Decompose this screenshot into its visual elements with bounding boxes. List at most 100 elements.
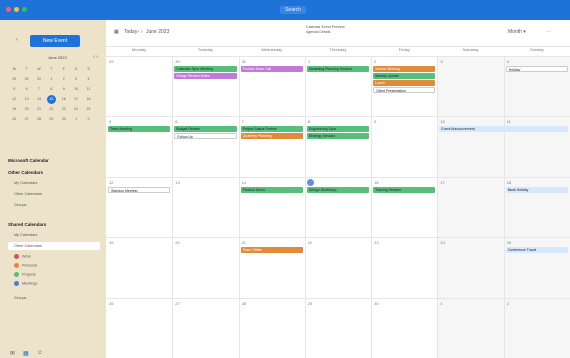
view-switcher[interactable]: Month ▾ bbox=[508, 29, 526, 35]
mini-calendar-day[interactable]: 22 bbox=[45, 104, 57, 114]
day-cell[interactable]: 12 bbox=[109, 180, 113, 185]
calendar-event[interactable]: Strategy Session bbox=[306, 133, 370, 140]
mini-calendar-day[interactable]: 10 bbox=[70, 84, 82, 94]
mini-calendar-day[interactable]: 13 bbox=[20, 94, 32, 104]
day-cell[interactable]: 1 bbox=[440, 301, 442, 306]
day-cell[interactable]: 16 bbox=[374, 180, 378, 185]
calendar-event[interactable]: Engineering Sync bbox=[306, 126, 370, 133]
today-button[interactable]: Today bbox=[124, 29, 137, 35]
calendar-event[interactable]: Weekly Update bbox=[373, 73, 436, 79]
mini-calendar-day[interactable]: 3 bbox=[70, 74, 82, 84]
mini-calendar-day[interactable]: 8 bbox=[45, 84, 57, 94]
people-icon[interactable]: ☺ bbox=[37, 350, 43, 357]
day-cell[interactable]: 8 bbox=[308, 119, 310, 124]
calendar-event[interactable]: Vendor Meeting bbox=[373, 66, 436, 72]
calendar-event[interactable]: Product Team Call bbox=[240, 66, 303, 72]
day-cell[interactable]: 19 bbox=[109, 240, 113, 245]
mini-calendar-day[interactable]: 27 bbox=[20, 114, 32, 124]
day-cell[interactable]: 27 bbox=[175, 301, 179, 306]
mini-calendar-day[interactable]: 9 bbox=[58, 84, 70, 94]
calendar-event[interactable]: Design Workshop bbox=[306, 186, 370, 193]
day-cell[interactable]: 21 bbox=[242, 240, 246, 245]
mini-calendar-day[interactable]: 12 bbox=[8, 94, 20, 104]
calendar-event[interactable]: Team Meeting bbox=[108, 126, 171, 133]
mini-calendar-day[interactable]: 20 bbox=[20, 104, 32, 114]
new-event-button[interactable]: New Event bbox=[30, 35, 80, 47]
day-cell[interactable]: 23 bbox=[374, 240, 378, 245]
day-cell[interactable]: 20 bbox=[175, 240, 179, 245]
day-cell[interactable]: 28 bbox=[242, 301, 246, 306]
day-cell[interactable]: 6 bbox=[175, 119, 177, 124]
calendar-event[interactable]: Lunch bbox=[373, 80, 436, 86]
mini-calendar-day[interactable]: 29 bbox=[45, 114, 57, 124]
day-cell[interactable]: 10 bbox=[440, 119, 444, 124]
calendar-event[interactable]: Team Offsite bbox=[240, 247, 303, 254]
mini-calendar-nav[interactable]: ‹ › bbox=[93, 54, 98, 60]
mail-icon[interactable]: ✉ bbox=[10, 350, 15, 357]
mini-calendar-day[interactable]: 15 bbox=[46, 94, 56, 104]
mini-calendar-day[interactable]: 16 bbox=[58, 94, 70, 104]
mini-calendar-day[interactable]: 5 bbox=[8, 84, 20, 94]
day-cell[interactable]: 11 bbox=[507, 119, 511, 124]
sidebar-item-shared-other[interactable]: Other Calendars bbox=[8, 242, 100, 250]
calendar-event[interactable]: Training Session bbox=[373, 186, 436, 193]
calendar-item-personal[interactable]: Personal bbox=[14, 263, 37, 268]
sidebar-item-groups[interactable]: Groups bbox=[14, 203, 26, 207]
mini-calendar-day[interactable]: 28 bbox=[33, 114, 45, 124]
nav-arrows[interactable]: ‹ › bbox=[138, 29, 143, 35]
calendar-event[interactable]: Client Presentation bbox=[373, 87, 436, 93]
mini-calendar-day[interactable]: 21 bbox=[33, 104, 45, 114]
calendar-event[interactable]: Event Announcement bbox=[439, 126, 568, 133]
calendar-event[interactable]: Product Demo bbox=[240, 186, 303, 193]
sidebar-item-groups-bottom[interactable]: Groups bbox=[14, 296, 26, 300]
day-cell[interactable]: 30 bbox=[374, 301, 378, 306]
day-cell[interactable]: 31 bbox=[242, 59, 246, 64]
day-cell[interactable]: 24 bbox=[440, 240, 444, 245]
close-window-button[interactable] bbox=[6, 7, 11, 12]
mini-calendar-day[interactable]: 29 bbox=[8, 74, 20, 84]
day-cell[interactable]: 17 bbox=[440, 180, 444, 185]
day-cell[interactable]: 14 bbox=[242, 180, 246, 185]
calendar-event[interactable]: Calendar Sync Meeting bbox=[174, 66, 237, 72]
calendar-event[interactable]: Holiday bbox=[505, 66, 568, 72]
day-cell[interactable]: 18 bbox=[507, 180, 511, 185]
mini-calendar-day[interactable]: 23 bbox=[58, 104, 70, 114]
mini-calendar-day[interactable]: 25 bbox=[82, 104, 94, 114]
calendar-event[interactable]: Follow Up bbox=[174, 133, 237, 140]
mini-calendar-day[interactable]: 24 bbox=[70, 104, 82, 114]
calendar-event[interactable]: Design Review Notes bbox=[174, 73, 237, 79]
sidebar-item-my-calendars[interactable]: My Calendars bbox=[14, 181, 37, 185]
day-cell[interactable]: 29 bbox=[109, 59, 113, 64]
day-cell[interactable]: 2 bbox=[507, 301, 509, 306]
mini-calendar-day[interactable]: 2 bbox=[58, 74, 70, 84]
mini-calendar-day[interactable]: 4 bbox=[82, 74, 94, 84]
calendar-event[interactable]: Conference Travel bbox=[505, 247, 568, 254]
mini-calendar-day[interactable]: 19 bbox=[8, 104, 20, 114]
mini-calendar-day[interactable]: 2 bbox=[82, 114, 94, 124]
calendar-event[interactable]: Quarterly Planning bbox=[240, 133, 303, 140]
mini-calendar-day[interactable]: 30 bbox=[58, 114, 70, 124]
sidebar-toggle-icon[interactable]: ‹ bbox=[16, 37, 18, 43]
day-cell[interactable]: 1 bbox=[308, 59, 310, 64]
day-cell[interactable]: 9 bbox=[374, 119, 376, 124]
calendar-icon[interactable]: ▦ bbox=[23, 350, 29, 357]
mini-calendar-day[interactable]: 11 bbox=[82, 84, 94, 94]
day-cell[interactable]: 7 bbox=[242, 119, 244, 124]
mini-calendar-day[interactable]: 18 bbox=[82, 94, 94, 104]
calendar-item-meetings[interactable]: Meetings bbox=[14, 281, 37, 286]
day-cell[interactable]: 5 bbox=[109, 119, 111, 124]
day-cell[interactable]: 13 bbox=[175, 180, 179, 185]
menu-icon[interactable]: ⋯ bbox=[546, 29, 551, 35]
mini-calendar-day[interactable]: 1 bbox=[70, 114, 82, 124]
calendar-event[interactable]: Bank Holiday bbox=[505, 186, 568, 193]
mini-calendar-day[interactable]: 30 bbox=[20, 74, 32, 84]
calendar-event[interactable]: Budget Review bbox=[174, 126, 237, 133]
mini-calendar-day[interactable]: 14 bbox=[33, 94, 45, 104]
mini-calendar-day[interactable]: 1 bbox=[45, 74, 57, 84]
calendar-item-projects[interactable]: Projects bbox=[14, 272, 36, 277]
sidebar-item-other-calendars[interactable]: Other Calendars bbox=[14, 192, 42, 196]
calendar-event[interactable]: Marketing Planning Session bbox=[306, 66, 370, 72]
day-cell[interactable]: 26 bbox=[109, 301, 113, 306]
mini-calendar-day[interactable]: 6 bbox=[20, 84, 32, 94]
day-cell[interactable]: 3 bbox=[440, 59, 442, 64]
